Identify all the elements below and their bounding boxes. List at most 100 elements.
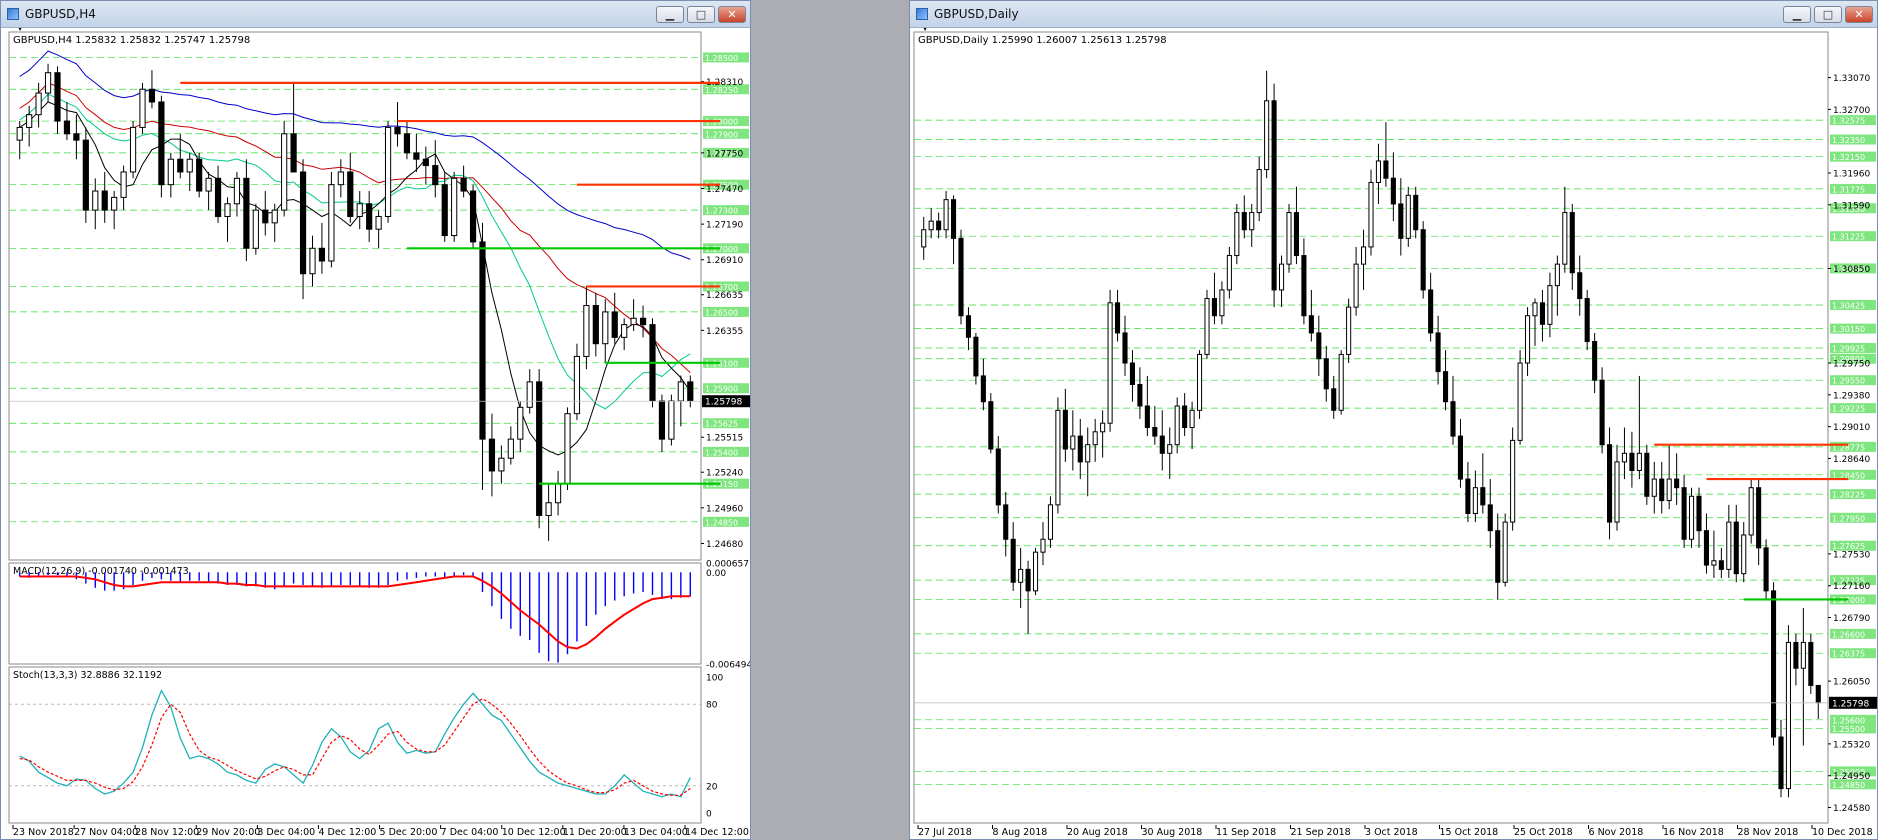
y-tick-label: 1.27470 (706, 185, 743, 195)
bullish-candle (564, 413, 571, 485)
current-price-label: 1.25798 (1832, 699, 1869, 709)
bullish-candle (1338, 353, 1344, 411)
bearish-candle (488, 438, 496, 472)
x-tick-label: 4 Dec 12:00 (318, 827, 376, 838)
x-tick-label: 3 Dec 04:00 (257, 827, 315, 838)
maximize-button[interactable]: □ (687, 6, 715, 23)
bearish-candle (1122, 332, 1128, 364)
y-tick-label: 1.26910 (706, 256, 743, 266)
maximize-button[interactable]: □ (1814, 6, 1842, 23)
bullish-candle (375, 215, 382, 230)
x-tick-label: 14 Dec 12:00 (685, 827, 749, 838)
bearish-candle (592, 305, 599, 345)
stoch-panel-label: Stoch(13,3,3) 32.8886 32.1192 (13, 670, 162, 681)
chart-header: GBPUSD,Daily 1.25990 1.26007 1.25613 1.2… (918, 35, 1167, 46)
x-tick-label: 13 Dec 04:00 (624, 827, 688, 838)
price-panel-frame (8, 31, 702, 561)
bearish-candle (1398, 203, 1404, 239)
h4-window-title: GBPUSD,H4 (25, 7, 96, 21)
y-tick-label: 1.28640 (1833, 455, 1870, 465)
y-tick-label: 1.29380 (1833, 391, 1870, 401)
daily-window-titlebar[interactable]: GBPUSD,Daily ▁ □ ✕ (910, 1, 1877, 28)
bullish-candle (677, 381, 684, 402)
bullish-candle (1741, 534, 1747, 575)
bearish-candle (1457, 435, 1464, 480)
level-label: 1.24850 (705, 518, 738, 527)
bearish-candle (1435, 332, 1441, 373)
bearish-candle (1144, 405, 1150, 428)
bearish-candle (1495, 530, 1501, 583)
minimize-button[interactable]: ▁ (1783, 6, 1811, 23)
stoch-y-tick-label: 100 (706, 674, 723, 684)
bullish-candle (943, 199, 949, 231)
level-label: 1.26500 (705, 308, 738, 317)
bullish-candle (630, 317, 637, 326)
bearish-candle (1182, 405, 1188, 428)
bullish-candle (1234, 212, 1240, 257)
bearish-candle (1331, 388, 1337, 411)
bearish-candle (1413, 194, 1419, 231)
bullish-candle (1286, 212, 1292, 265)
bullish-candle (186, 158, 193, 173)
minimize-button[interactable]: ▁ (656, 6, 684, 23)
bearish-candle (1077, 435, 1083, 463)
y-tick-label: 1.26635 (706, 291, 743, 301)
x-tick-label: 10 Dec 12:00 (502, 827, 566, 838)
bearish-candle (995, 448, 1001, 506)
x-tick-label: 15 Oct 2018 (1440, 827, 1499, 838)
bearish-candle (469, 190, 477, 243)
x-tick-label: 16 Nov 2018 (1663, 827, 1724, 838)
bullish-candle (517, 406, 524, 440)
bearish-candle (54, 72, 61, 122)
bullish-candle (1219, 289, 1225, 317)
bearish-candle (1271, 100, 1277, 291)
bearish-candle (687, 381, 694, 402)
y-tick-label: 1.24950 (1833, 772, 1870, 782)
close-button[interactable]: ✕ (1845, 6, 1873, 23)
daily-chart-canvas[interactable]: GBPUSD,Daily 1.25990 1.26007 1.25613 1.2… (910, 28, 1877, 839)
bullish-candle (1189, 409, 1195, 429)
y-tick-label: 1.24680 (706, 540, 743, 550)
bullish-candle (1375, 160, 1382, 183)
bearish-candle (1778, 736, 1784, 790)
bullish-candle (205, 177, 212, 192)
bullish-candle (602, 311, 609, 345)
bullish-candle (1614, 461, 1620, 523)
bearish-candle (1696, 495, 1702, 532)
bearish-candle (1465, 478, 1471, 514)
bearish-candle (1569, 212, 1575, 274)
y-tick-label: 1.29750 (1833, 360, 1870, 370)
bearish-candle (1323, 358, 1329, 390)
y-tick-label: 1.25320 (1833, 740, 1870, 750)
bullish-candle (1226, 255, 1232, 291)
bearish-candle (1025, 568, 1031, 592)
bearish-candle (1316, 332, 1322, 360)
bearish-candle (214, 177, 222, 217)
bullish-candle (129, 126, 137, 173)
bearish-candle (1241, 212, 1247, 231)
y-tick-label: 1.26050 (1833, 678, 1870, 688)
bearish-candle (1644, 452, 1650, 497)
h4-chart-canvas[interactable]: GBPUSD,H4 1.25832 1.25832 1.25747 1.2579… (1, 28, 750, 839)
h4-window-titlebar[interactable]: GBPUSD,H4 ▁ □ ✕ (1, 1, 750, 28)
bullish-candle (1167, 444, 1173, 454)
macd-y-tick-label: 0.00 (706, 569, 726, 579)
bullish-candle (1047, 504, 1054, 540)
close-button[interactable]: ✕ (718, 6, 746, 23)
level-label: 1.25625 (705, 420, 738, 429)
h4-chart-window: GBPUSD,H4 ▁ □ ✕ GBPUSD,H4 1.25832 1.2583… (0, 0, 751, 840)
daily-chart-window: GBPUSD,Daily ▁ □ ✕ GBPUSD,Daily 1.25990 … (909, 0, 1878, 840)
x-tick-label: 30 Aug 2018 (1142, 827, 1203, 838)
level-label: 1.28225 (1832, 491, 1865, 500)
level-label: 1.32575 (1832, 117, 1865, 126)
bearish-candle (1584, 298, 1590, 343)
bearish-candle (422, 158, 429, 167)
level-label: 1.31225 (1832, 233, 1865, 242)
bullish-candle (1532, 302, 1538, 317)
bullish-candle (44, 72, 52, 94)
bullish-candle (92, 190, 99, 211)
bearish-candle (1756, 487, 1762, 549)
price-panel-frame (913, 31, 1829, 824)
y-tick-label: 1.25515 (706, 434, 743, 444)
bearish-candle (950, 199, 957, 239)
